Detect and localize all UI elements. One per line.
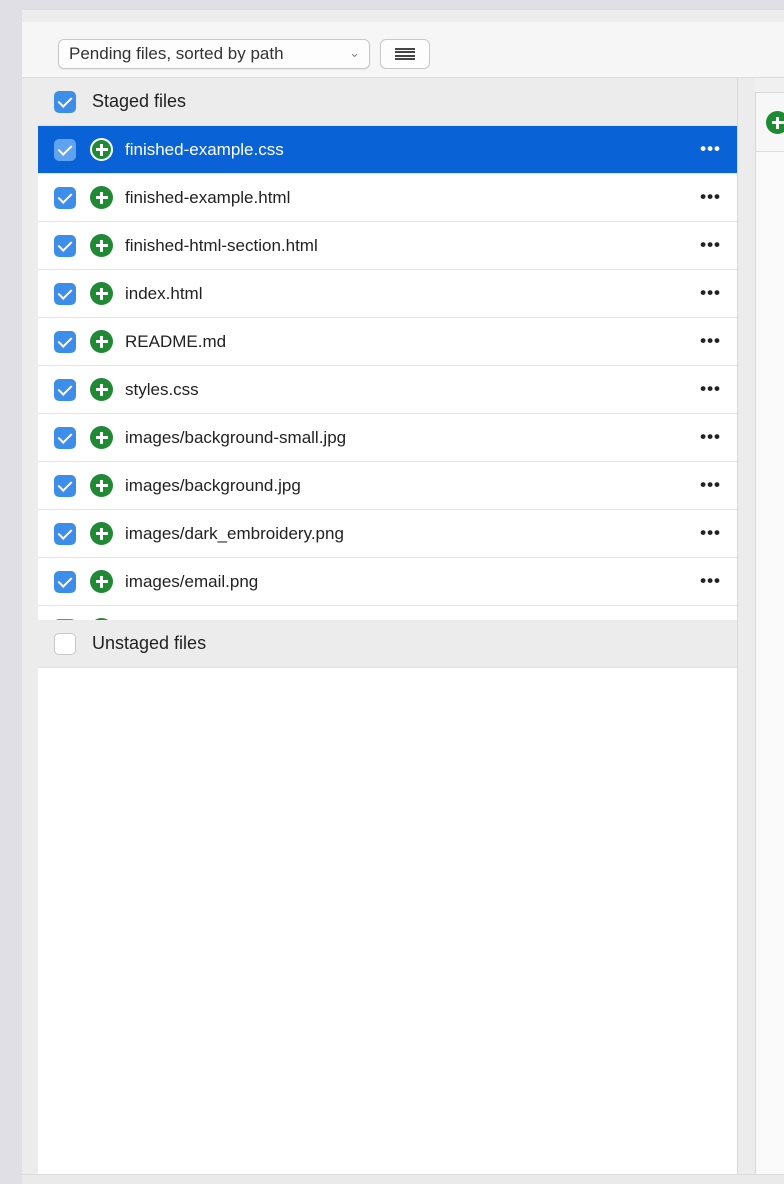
added-status-icon xyxy=(90,234,113,257)
added-status-icon xyxy=(90,282,113,305)
unstaged-files-checkbox[interactable] xyxy=(54,632,76,655)
more-actions-button[interactable]: ••• xyxy=(700,379,721,399)
file-checkbox[interactable] xyxy=(54,474,76,497)
view-mode-dropdown[interactable]: Pending files, sorted by path ⌄ xyxy=(58,39,370,69)
added-status-icon xyxy=(90,330,113,353)
file-checkbox[interactable] xyxy=(54,234,76,257)
added-status-icon xyxy=(90,426,113,449)
file-name: finished-example.html xyxy=(125,187,291,207)
diff-content xyxy=(755,152,784,1184)
file-name: finished-html-section.html xyxy=(125,235,318,255)
file-name: images/email.png xyxy=(125,571,259,591)
file-name: images/background-small.jpg xyxy=(125,427,347,447)
file-row[interactable]: finished-example.html ••• xyxy=(38,174,737,222)
file-checkbox[interactable] xyxy=(54,378,76,401)
file-checkbox[interactable] xyxy=(54,282,76,305)
added-status-icon xyxy=(90,618,113,620)
file-row[interactable]: images/dark_embroidery.png ••• xyxy=(38,510,737,558)
more-actions-button[interactable]: ••• xyxy=(700,187,721,207)
file-checkbox[interactable] xyxy=(54,570,76,593)
file-row[interactable]: images/background-small.jpg ••• xyxy=(38,414,737,462)
added-status-icon xyxy=(90,186,113,209)
more-actions-button[interactable]: ••• xyxy=(700,283,721,303)
more-actions-button[interactable]: ••• xyxy=(700,427,721,447)
added-status-icon xyxy=(766,111,784,134)
file-name: images/background.jpg xyxy=(125,475,301,495)
more-actions-button[interactable]: ••• xyxy=(700,571,721,591)
more-actions-button[interactable]: ••• xyxy=(700,235,721,255)
more-actions-button[interactable]: ••• xyxy=(700,523,721,543)
file-checkbox[interactable] xyxy=(54,330,76,353)
file-row[interactable]: images/background.jpg ••• xyxy=(38,462,737,510)
added-status-icon xyxy=(90,522,113,545)
more-actions-button[interactable]: ••• xyxy=(700,139,721,159)
staged-files-label: Staged files xyxy=(92,91,187,111)
file-checkbox[interactable] xyxy=(54,618,76,620)
list-view-toggle-button[interactable] xyxy=(380,39,430,69)
file-name: finished-example.css xyxy=(125,139,284,159)
file-row[interactable]: images/email.png ••• xyxy=(38,558,737,606)
sourcetree-window: Pending files, sorted by path ⌄ Staged f… xyxy=(22,10,784,1184)
file-row-partial[interactable] xyxy=(38,606,737,620)
more-actions-button[interactable]: ••• xyxy=(700,331,721,351)
diff-pane xyxy=(755,78,784,1184)
added-status-icon xyxy=(90,570,113,593)
unstaged-files-header: Unstaged files xyxy=(38,620,737,668)
bottom-bar xyxy=(22,1174,784,1184)
staged-files-header: Staged files xyxy=(38,78,737,126)
file-row[interactable]: finished-html-section.html ••• xyxy=(38,222,737,270)
file-checkbox[interactable] xyxy=(54,522,76,545)
file-checkbox[interactable] xyxy=(54,426,76,449)
file-name: styles.css xyxy=(125,379,199,399)
staged-file-list: finished-example.css ••• finished-exampl… xyxy=(38,126,737,620)
list-icon xyxy=(395,47,415,61)
added-status-icon xyxy=(90,138,113,161)
file-row[interactable]: index.html ••• xyxy=(38,270,737,318)
file-row[interactable]: finished-example.css ••• xyxy=(38,126,737,174)
chevron-down-icon: ⌄ xyxy=(349,45,360,60)
file-checkbox[interactable] xyxy=(54,186,76,209)
file-status-toolbar: Pending files, sorted by path ⌄ xyxy=(22,22,784,78)
unstaged-files-label: Unstaged files xyxy=(92,633,207,653)
staged-files-checkbox[interactable] xyxy=(54,90,76,113)
file-row[interactable]: README.md ••• xyxy=(38,318,737,366)
file-name: images/dark_embroidery.png xyxy=(125,523,344,543)
file-name: index.html xyxy=(125,283,203,303)
diff-file-header xyxy=(755,92,784,152)
view-mode-label: Pending files, sorted by path xyxy=(69,44,284,63)
file-name: README.md xyxy=(125,331,227,351)
file-row[interactable]: styles.css ••• xyxy=(38,366,737,414)
added-status-icon xyxy=(90,474,113,497)
added-status-icon xyxy=(90,378,113,401)
more-actions-button[interactable]: ••• xyxy=(700,475,721,495)
file-status-pane: Staged files finished-example.css ••• fi… xyxy=(38,78,738,1184)
file-checkbox[interactable] xyxy=(54,138,76,161)
